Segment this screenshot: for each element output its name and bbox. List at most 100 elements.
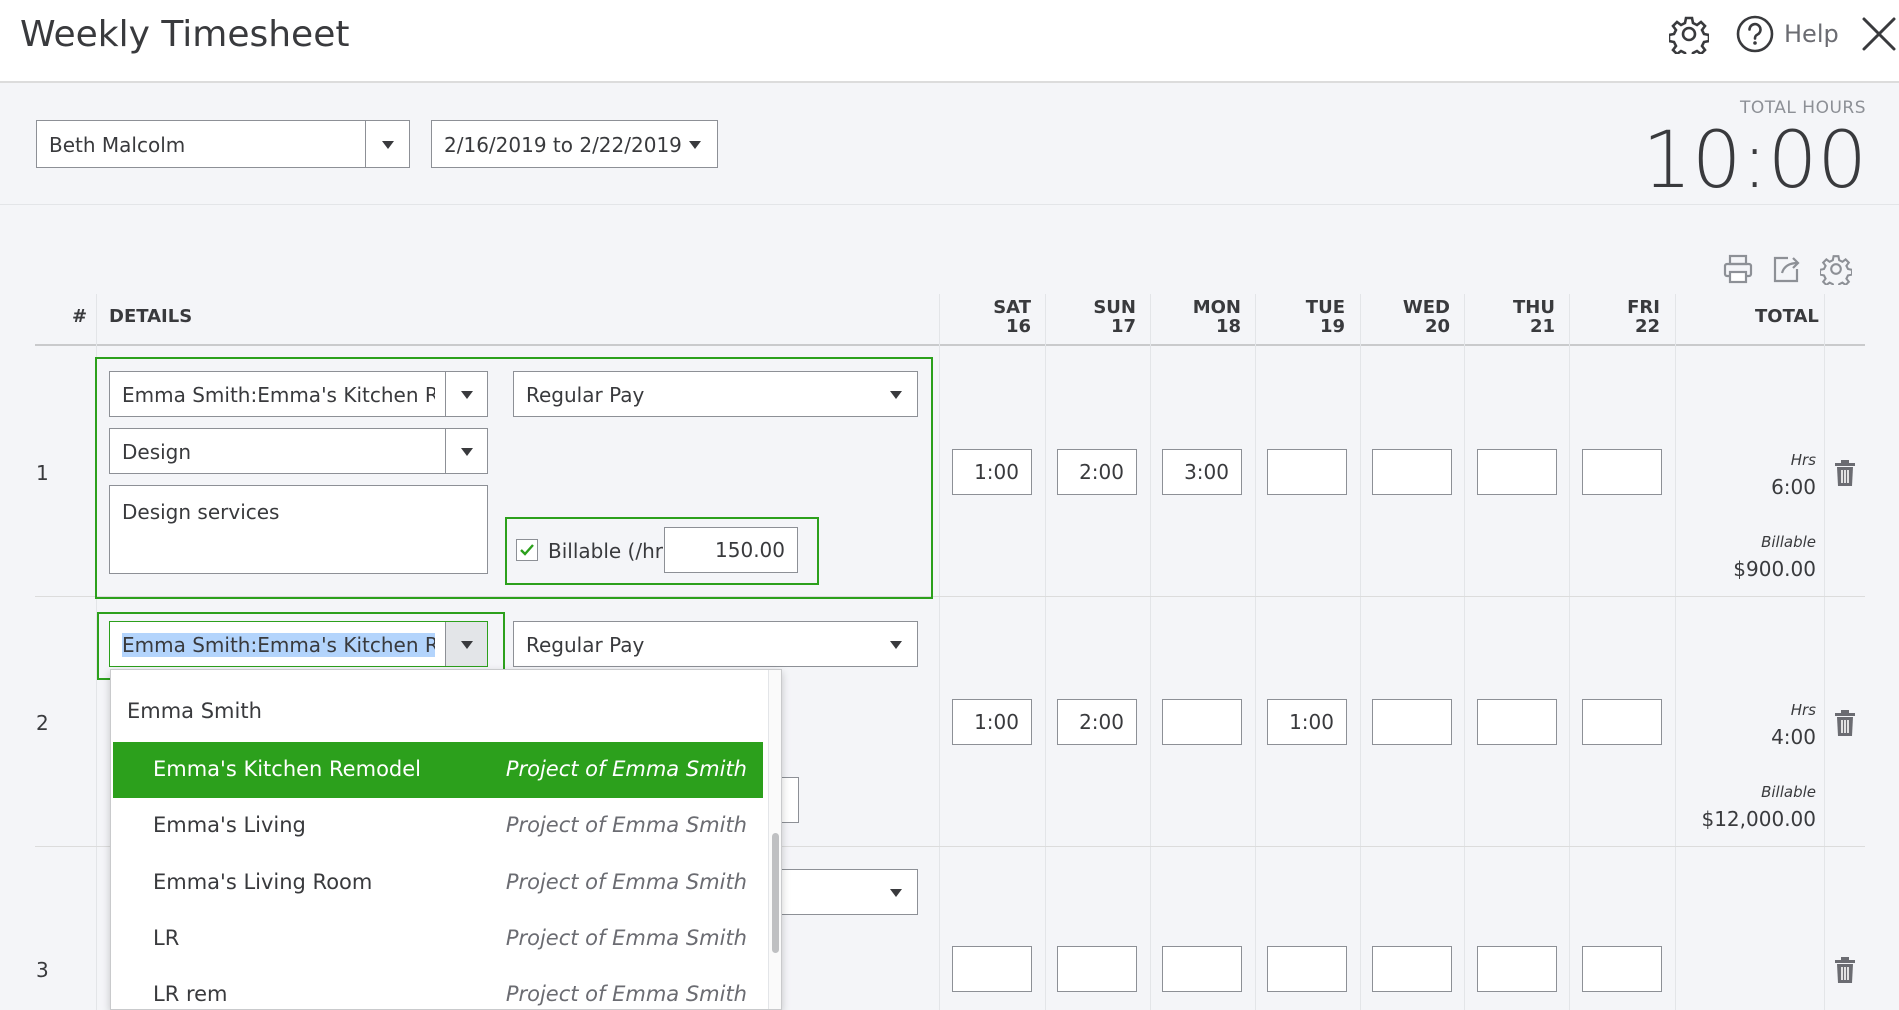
dropdown-option-name: LR rem (153, 982, 228, 1006)
chevron-down-icon (890, 641, 902, 649)
hours-input[interactable] (1162, 946, 1242, 992)
hours-input[interactable] (1372, 946, 1452, 992)
total-hours-value: 10:00 (1642, 116, 1867, 206)
customer-dropdown-list: Emma Smith Emma's Kitchen Remodel Projec… (110, 669, 782, 1010)
hours-input[interactable]: 2:00 (1057, 699, 1137, 745)
pay-type-select[interactable]: Regular Pay (513, 621, 918, 667)
total-hours-label: TOTAL HOURS (1739, 98, 1866, 118)
dropdown-option[interactable]: Emma's Living Project of Emma Smith (113, 798, 763, 854)
pay-type-value: Regular Pay (526, 383, 645, 407)
dropdown-option[interactable]: Emma's Kitchen Remodel Project of Emma S… (113, 742, 763, 798)
page-header: Weekly Timesheet Help (0, 0, 1899, 83)
hours-input[interactable] (1372, 449, 1452, 495)
hours-input[interactable]: 1:00 (952, 699, 1032, 745)
employee-select[interactable]: Beth Malcolm (36, 120, 410, 168)
page-title: Weekly Timesheet (20, 14, 350, 55)
employee-select-value: Beth Malcolm (49, 133, 186, 157)
hours-input[interactable] (1477, 699, 1557, 745)
hours-input[interactable]: 1:00 (1267, 699, 1347, 745)
settings-icon[interactable] (1820, 253, 1852, 285)
row-billable-total: $12,000.00 (1701, 807, 1816, 831)
customer-select-arrow[interactable] (445, 622, 487, 666)
dropdown-option[interactable]: Emma's Living Room Project of Emma Smith (113, 855, 763, 911)
trash-icon[interactable] (1834, 460, 1856, 486)
col-num-header: # (72, 306, 88, 327)
hours-input[interactable] (1372, 699, 1452, 745)
close-icon[interactable] (1860, 15, 1898, 53)
customer-select-arrow[interactable] (445, 372, 487, 416)
date-range-arrow[interactable] (673, 121, 717, 167)
dropdown-option-desc: Project of Emma Smith (505, 813, 747, 837)
hours-input[interactable] (1267, 946, 1347, 992)
hours-input[interactable] (1477, 449, 1557, 495)
chevron-down-icon (460, 391, 473, 399)
col-total-header: TOTAL (1755, 306, 1819, 327)
billable-checkbox[interactable] (516, 539, 538, 561)
customer-select-value: Emma Smith:Emma's Kitchen Remodel (122, 633, 435, 657)
col-details-header: DETAILS (109, 306, 193, 327)
dropdown-option[interactable]: LR rem Project of Emma Smith (113, 967, 763, 1009)
customer-select-active[interactable]: Emma Smith:Emma's Kitchen Remodel (109, 621, 488, 667)
pay-type-arrow[interactable] (875, 622, 917, 666)
row-hours-label: Hrs (1790, 701, 1816, 719)
hours-input[interactable] (1162, 699, 1242, 745)
customer-select-value: Emma Smith:Emma's Kitchen Remodel (122, 383, 435, 407)
pay-type-select[interactable]: Regular Pay (513, 371, 918, 417)
chevron-down-icon (890, 391, 902, 399)
row-number: 1 (36, 461, 49, 485)
hours-input[interactable] (1582, 699, 1662, 745)
print-icon[interactable] (1722, 253, 1754, 285)
pay-type-arrow[interactable] (875, 372, 917, 416)
row-hours-label: Hrs (1790, 451, 1816, 469)
chevron-down-icon (689, 141, 701, 149)
hours-input[interactable] (1477, 946, 1557, 992)
row-billable-label: Billable (1761, 783, 1816, 801)
dropdown-option-desc: Project of Emma Smith (505, 870, 747, 894)
customer-select[interactable]: Emma Smith:Emma's Kitchen Remodel (109, 371, 488, 417)
hours-input[interactable] (1057, 946, 1137, 992)
pay-type-arrow[interactable] (875, 870, 917, 914)
description-value: Design services (122, 500, 280, 524)
billable-rate-input[interactable]: 150.00 (664, 527, 798, 573)
dropdown-option-name: LR (153, 926, 180, 950)
chevron-down-icon (890, 889, 902, 897)
row-billable-label: Billable (1761, 533, 1816, 551)
col-day-header: FRI 22 (1627, 297, 1660, 337)
trash-icon[interactable] (1834, 710, 1856, 736)
dropdown-group-header[interactable]: Emma Smith (113, 684, 763, 740)
dropdown-option[interactable]: LR Project of Emma Smith (113, 911, 763, 967)
dropdown-scroll-thumb[interactable] (772, 833, 779, 953)
trash-icon[interactable] (1834, 957, 1856, 983)
hours-input[interactable]: 3:00 (1162, 449, 1242, 495)
hours-input[interactable]: 2:00 (1057, 449, 1137, 495)
hours-input[interactable] (952, 946, 1032, 992)
dropdown-option-name: Emma's Kitchen Remodel (153, 757, 421, 781)
col-day-header: TUE 19 (1305, 297, 1345, 337)
help-icon[interactable] (1735, 14, 1775, 54)
dropdown-scrollbar[interactable] (768, 670, 781, 1009)
help-link[interactable]: Help (1784, 20, 1839, 48)
employee-select-arrow[interactable] (365, 121, 409, 167)
hours-input[interactable] (1582, 449, 1662, 495)
billable-label: Billable (/hr) (548, 539, 671, 563)
row-number: 2 (36, 711, 49, 735)
gear-icon[interactable] (1669, 14, 1709, 54)
row-hours-total: 6:00 (1771, 475, 1816, 499)
hours-input[interactable] (1582, 946, 1662, 992)
dropdown-option-desc: Project of Emma Smith (505, 926, 747, 950)
col-day-header: SUN 17 (1093, 297, 1136, 337)
dropdown-option-desc: Project of Emma Smith (505, 757, 747, 781)
hours-input[interactable] (1267, 449, 1347, 495)
col-day-header: SAT 16 (993, 297, 1031, 337)
check-icon (520, 544, 534, 556)
chevron-down-icon (460, 641, 473, 649)
description-textarea[interactable]: Design services (109, 485, 488, 574)
row-billable-total: $900.00 (1733, 557, 1816, 581)
hours-input[interactable]: 1:00 (952, 449, 1032, 495)
export-icon[interactable] (1770, 253, 1802, 285)
col-day-header: WED 20 (1402, 297, 1450, 337)
date-range-select[interactable]: 2/16/2019 to 2/22/2019 (431, 120, 718, 168)
service-select-arrow[interactable] (445, 429, 487, 473)
service-select[interactable]: Design (109, 428, 488, 474)
table-header: # DETAILS SAT 16 SUN 17 MON 18 TUE 19 WED 20 … (35, 294, 1865, 346)
